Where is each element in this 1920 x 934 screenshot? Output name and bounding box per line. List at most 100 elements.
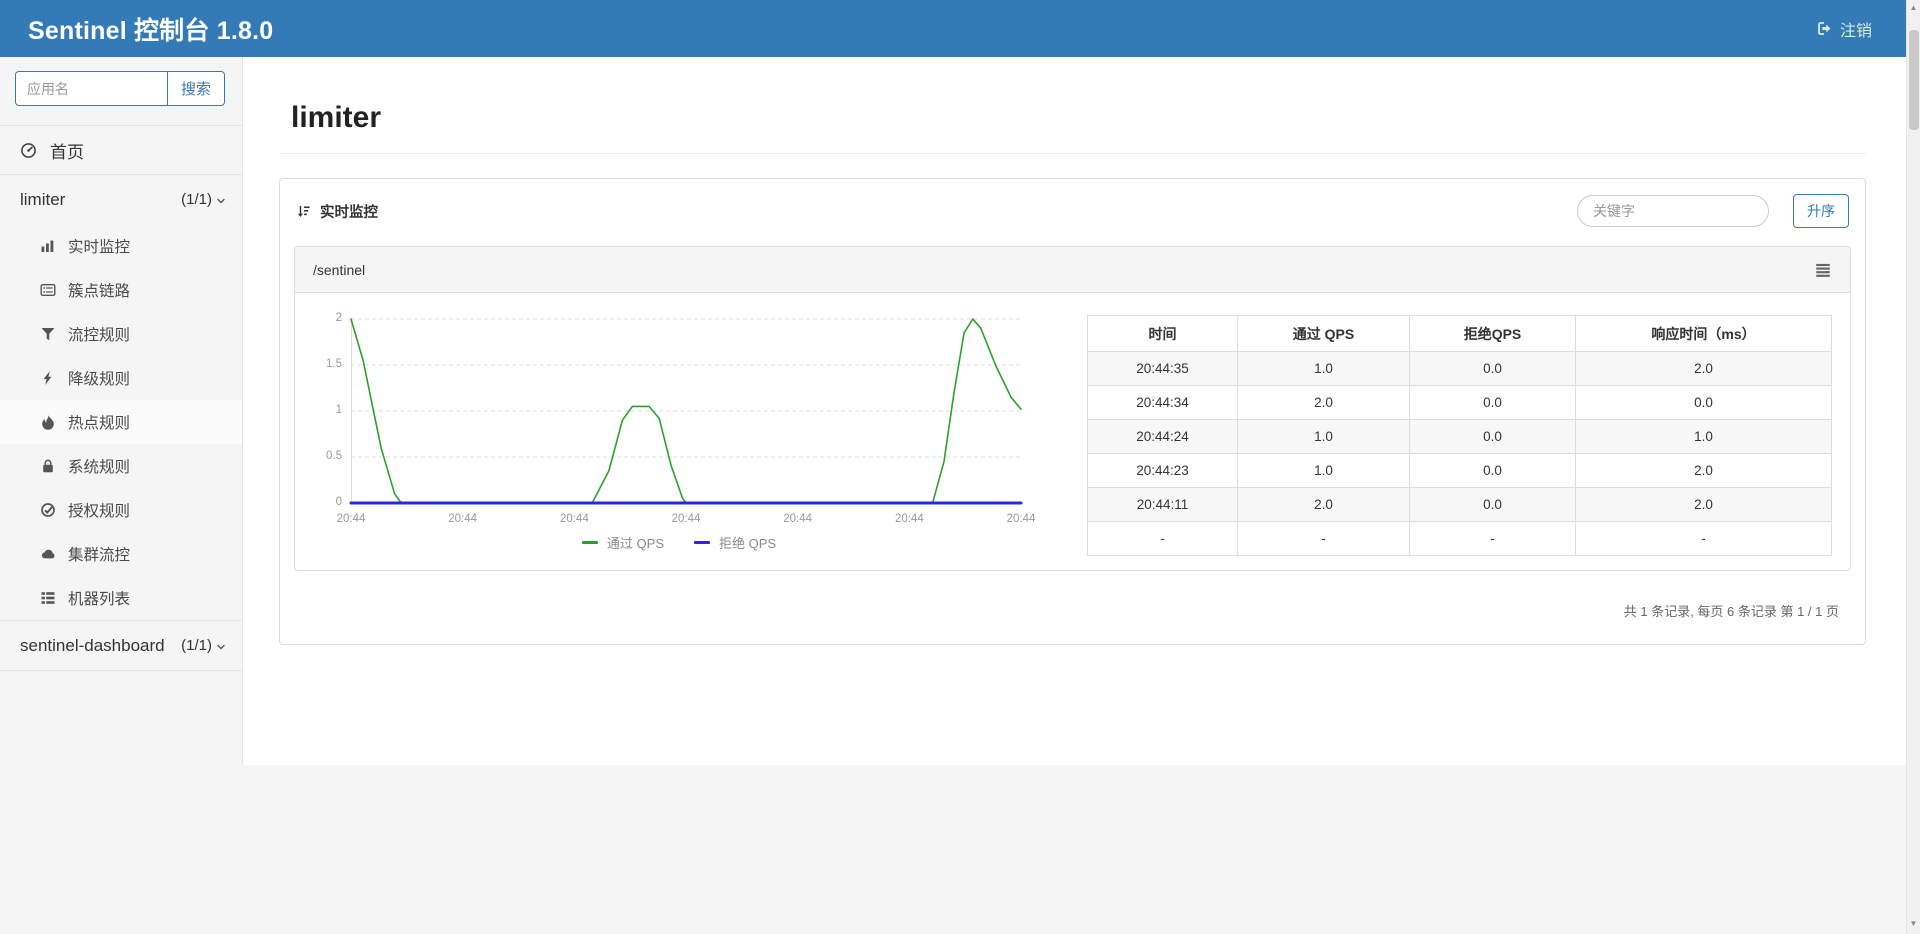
table-row: 20:44:112.00.02.0 xyxy=(1088,488,1832,522)
table-cell: 20:44:34 xyxy=(1088,386,1238,420)
submenu-label: 授权规则 xyxy=(68,499,130,521)
sidebar-item-system-rules[interactable]: 系统规则 xyxy=(0,444,242,488)
table-cell: 2.0 xyxy=(1576,488,1832,522)
sidebar-item-label: 首页 xyxy=(50,138,84,163)
table-row: 20:44:351.00.02.0 xyxy=(1088,352,1832,386)
column-header: 通过 QPS xyxy=(1238,316,1410,352)
submenu-label: 机器列表 xyxy=(68,587,130,609)
submenu-label: 实时监控 xyxy=(68,235,130,257)
legend-dash-icon xyxy=(582,541,598,544)
app-search-button[interactable]: 搜索 xyxy=(167,71,225,106)
realtime-monitor-panel: 实时监控 升序 /sentinel 00.511.5220:4420:442 xyxy=(279,178,1866,645)
app-name: limiter xyxy=(20,190,65,210)
sort-ascending-button[interactable]: 升序 xyxy=(1793,194,1849,228)
table-row: 20:44:231.00.02.0 xyxy=(1088,454,1832,488)
panel-title-label: 实时监控 xyxy=(320,201,378,222)
page-scrollbar[interactable]: ▲ ▼ xyxy=(1906,0,1920,934)
y-axis-tick: 1.5 xyxy=(326,358,342,370)
y-axis-tick: 0 xyxy=(336,496,342,508)
logout-label: 注销 xyxy=(1840,17,1872,41)
sign-out-icon xyxy=(1816,20,1833,37)
legend-label: 通过 QPS xyxy=(607,533,664,552)
sidebar-item-home[interactable]: 首页 xyxy=(0,126,242,174)
column-header: 时间 xyxy=(1088,316,1238,352)
legend-dash-icon xyxy=(694,541,710,544)
legend-label: 拒绝 QPS xyxy=(719,533,776,552)
resource-title: /sentinel xyxy=(313,262,365,278)
scroll-up-icon[interactable]: ▲ xyxy=(1910,0,1918,16)
scroll-down-icon[interactable]: ▼ xyxy=(1910,916,1918,932)
logout-link[interactable]: 注销 xyxy=(1816,17,1872,41)
menu-icon[interactable] xyxy=(1814,261,1832,279)
app-title: Sentinel 控制台 1.8.0 xyxy=(28,11,273,47)
table-cell: - xyxy=(1088,522,1238,556)
cloud-icon xyxy=(40,546,56,562)
table-cell: 2.0 xyxy=(1576,352,1832,386)
x-axis-tick: 20:44 xyxy=(672,513,701,525)
pagination-info: 共 1 条记录, 每页 6 条记录 第 1 / 1 页 xyxy=(280,585,1865,644)
table-cell: 0.0 xyxy=(1410,454,1576,488)
resource-panel: /sentinel 00.511.5220:4420:4420:4420:442… xyxy=(294,246,1851,571)
legend-item[interactable]: 拒绝 QPS xyxy=(694,533,776,552)
app-machine-badge: (1/1) xyxy=(181,191,212,208)
sidebar-item-realtime-monitor[interactable]: 实时监控 xyxy=(0,224,242,268)
submenu-label: 集群流控 xyxy=(68,543,130,565)
app-search-input[interactable] xyxy=(15,71,167,106)
fire-icon xyxy=(40,414,56,430)
qps-chart-plot: 00.511.5220:4420:4420:4420:4420:4420:442… xyxy=(351,315,1021,507)
divider xyxy=(0,670,242,671)
panel-title: 实时监控 xyxy=(296,201,378,222)
sidebar-app-limiter[interactable]: limiter (1/1) xyxy=(0,175,242,224)
submenu-label: 簇点链路 xyxy=(68,279,130,301)
bar-chart-icon xyxy=(40,238,56,254)
sort-amount-icon xyxy=(296,204,311,219)
sidebar-item-cluster-link[interactable]: 簇点链路 xyxy=(0,268,242,312)
table-cell: - xyxy=(1410,522,1576,556)
chevron-down-icon xyxy=(215,195,227,207)
sidebar-item-authority-rules[interactable]: 授权规则 xyxy=(0,488,242,532)
submenu-label: 流控规则 xyxy=(68,323,130,345)
table-cell: 0.0 xyxy=(1410,352,1576,386)
table-row: ---- xyxy=(1088,522,1832,556)
divider xyxy=(279,153,1866,154)
table-cell: 1.0 xyxy=(1238,352,1410,386)
x-axis-tick: 20:44 xyxy=(895,513,924,525)
table-cell: 2.0 xyxy=(1238,488,1410,522)
table-cell: 20:44:11 xyxy=(1088,488,1238,522)
sidebar-item-param-flow-rules[interactable]: 热点规则 xyxy=(0,400,242,444)
submenu-label: 降级规则 xyxy=(68,367,130,389)
sidebar-item-degrade-rules[interactable]: 降级规则 xyxy=(0,356,242,400)
monitor-table: 时间通过 QPS拒绝QPS响应时间（ms） 20:44:351.00.02.02… xyxy=(1087,315,1832,556)
scrollbar-thumb[interactable] xyxy=(1909,30,1919,130)
sidebar-item-cluster-flow[interactable]: 集群流控 xyxy=(0,532,242,576)
table-cell: 1.0 xyxy=(1238,454,1410,488)
table-cell: 0.0 xyxy=(1410,420,1576,454)
table-cell: 1.0 xyxy=(1576,420,1832,454)
app-machine-badge: (1/1) xyxy=(181,637,212,654)
table-cell: 2.0 xyxy=(1576,454,1832,488)
legend-item[interactable]: 通过 QPS xyxy=(582,533,664,552)
check-circle-icon xyxy=(40,502,56,518)
page: Sentinel 控制台 1.8.0 注销 搜索 首页 limiter (1/1… xyxy=(0,0,1920,934)
table-cell: 20:44:24 xyxy=(1088,420,1238,454)
table-cell: - xyxy=(1576,522,1832,556)
table-cell: 20:44:35 xyxy=(1088,352,1238,386)
column-header: 拒绝QPS xyxy=(1410,316,1576,352)
submenu-label: 热点规则 xyxy=(68,411,130,433)
table-cell: 20:44:23 xyxy=(1088,454,1238,488)
app-name: sentinel-dashboard xyxy=(20,636,165,656)
th-list-icon xyxy=(40,590,56,606)
lock-icon xyxy=(40,458,56,474)
keyword-input[interactable] xyxy=(1577,195,1769,227)
x-axis-tick: 20:44 xyxy=(560,513,589,525)
y-axis-tick: 2 xyxy=(336,312,342,324)
list-alt-icon xyxy=(40,282,56,298)
main-content: limiter 实时监控 升序 /sentinel xyxy=(243,57,1920,765)
gauge-icon xyxy=(20,142,37,159)
sidebar-app-sentinel-dashboard[interactable]: sentinel-dashboard (1/1) xyxy=(0,621,242,670)
y-axis-tick: 0.5 xyxy=(326,450,342,462)
sidebar-item-flow-rules[interactable]: 流控规则 xyxy=(0,312,242,356)
sidebar-item-machine-list[interactable]: 机器列表 xyxy=(0,576,242,620)
bolt-icon xyxy=(40,370,56,386)
app-search-group: 搜索 xyxy=(0,57,242,125)
